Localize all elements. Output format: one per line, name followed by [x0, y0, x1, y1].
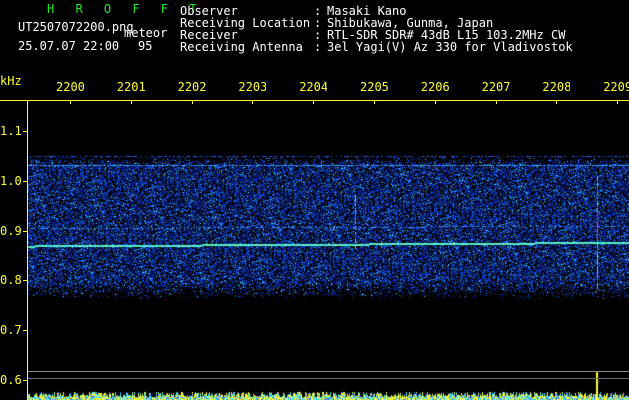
y-tick-mark	[23, 330, 27, 332]
y-unit-label: kHz	[0, 74, 22, 88]
date-time: 25.07.07 22:00	[18, 39, 120, 53]
y-tick-mark	[23, 131, 27, 132]
y-tick-mark	[23, 230, 27, 232]
x-tick-label: 2202	[177, 81, 206, 93]
y-tick-mark	[23, 180, 27, 182]
x-axis-line	[0, 100, 629, 101]
y-axis-line	[27, 100, 28, 400]
x-tick-mark	[617, 100, 619, 104]
x-tick-mark	[434, 100, 436, 104]
meteor-label: meteor	[124, 26, 168, 40]
x-tick-label: 2206	[420, 81, 449, 93]
y-tick-label: 0.9	[0, 223, 22, 238]
reference-line	[28, 378, 629, 379]
x-tick-mark	[191, 100, 193, 104]
x-tick-mark	[252, 100, 254, 104]
x-tick-label: 2203	[238, 81, 267, 93]
y-tick-label: 1.0	[0, 173, 22, 188]
y-tick-label: 0.7	[0, 323, 22, 338]
x-tick-label: 2200	[56, 81, 84, 93]
y-tick-mark	[23, 280, 27, 282]
x-tick-mark	[313, 100, 315, 104]
x-tick-mark	[130, 100, 132, 104]
field-sep: :	[314, 40, 322, 54]
x-tick-label: 2205	[360, 81, 388, 93]
field-label-antenna: Receiving Antenna	[180, 40, 303, 54]
x-tick-label: 2209	[603, 81, 629, 93]
x-tick-mark	[495, 100, 497, 104]
x-tick-label: 2201	[116, 81, 145, 93]
y-tick-label: 1.1	[0, 124, 22, 138]
y-tick-label: 0.8	[0, 273, 22, 288]
x-tick-label: 2204	[299, 81, 328, 93]
reference-line	[28, 371, 629, 372]
x-tick-mark	[374, 100, 375, 104]
x-tick-mark	[556, 100, 558, 104]
y-tick-mark	[23, 380, 27, 381]
file-name: UT2507072200.png	[18, 20, 134, 34]
meteor-count: 95	[138, 39, 153, 53]
y-tick-label: 0.6	[0, 373, 22, 387]
hrofft-screen: H R O F F T UT2507072200.png meteor 25.0…	[0, 0, 629, 400]
field-value-antenna: 3el Yagi(V) Az 330 for Vladivostok	[327, 40, 573, 54]
spectrogram-canvas	[0, 0, 629, 400]
x-tick-label: 2207	[481, 81, 510, 93]
x-tick-mark	[70, 100, 71, 104]
x-tick-label: 2208	[542, 81, 571, 93]
